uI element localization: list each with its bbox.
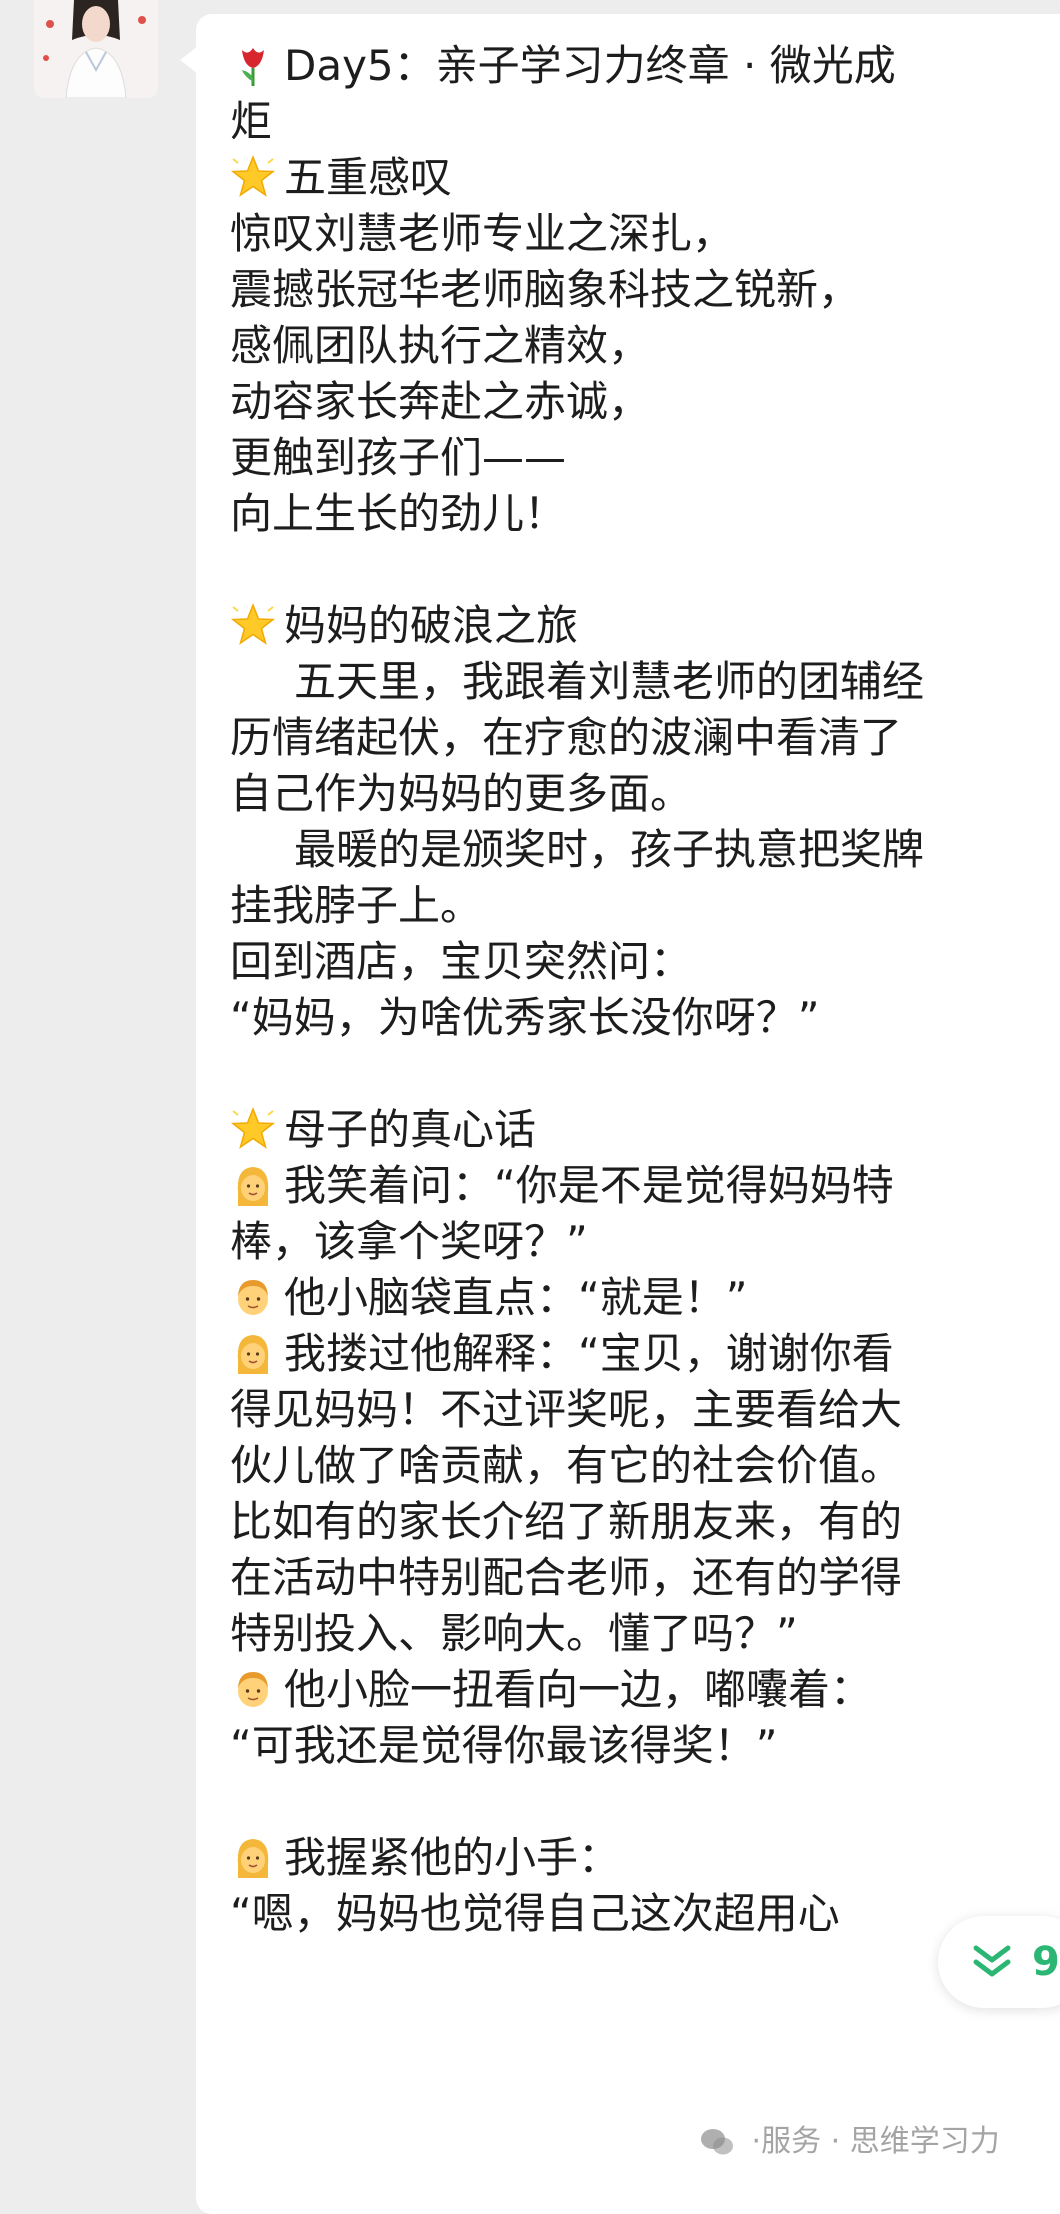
message-line-text: 我握紧他的小手： (284, 1833, 621, 1882)
message-line-text: 回到酒店，宝贝突然问： (230, 937, 693, 986)
message-line: “可我还是觉得你最该得奖！” (230, 1718, 1060, 1774)
message-line: 炬 (230, 94, 1060, 150)
boy-icon (230, 1666, 276, 1726)
message-line-text: 最暖的是颁奖时，孩子执意把奖牌 (294, 825, 925, 874)
message-line-text: “可我还是觉得你最该得奖！” (230, 1721, 778, 1770)
message-line-text: 感佩团队执行之精效， (230, 321, 651, 370)
message-line-text: 历情绪起伏，在疗愈的波澜中看清了 (230, 713, 903, 762)
message-line: 惊叹刘慧老师专业之深扎， (230, 206, 1060, 262)
message-line-text: 动容家长奔赴之赤诚， (230, 377, 651, 426)
message-line-text: 挂我脖子上。 (230, 881, 483, 930)
message-text: Day5：亲子学习力终章 · 微光成炬五重感叹惊叹刘慧老师专业之深扎， 震撼张冠华… (230, 38, 1060, 1942)
message-line-text: “妈妈，为啥优秀家长没你呀？” (230, 993, 820, 1042)
message-line: 震撼张冠华老师脑象科技之锐新， (230, 262, 1060, 318)
message-line: 五天里，我跟着刘慧老师的团辅经 (230, 654, 1060, 710)
woman-icon (230, 1330, 276, 1390)
message-line: 比如有的家长介绍了新朋友来，有的 (230, 1494, 1060, 1550)
tulip-icon (230, 42, 276, 102)
message-line: 棒，该拿个奖呀？” (230, 1214, 1060, 1270)
message-line: 特别投入、影响大。懂了吗？” (230, 1606, 1060, 1662)
message-line: 向上生长的劲儿！ (230, 486, 1060, 542)
message-line: Day5：亲子学习力终章 · 微光成 (230, 38, 1060, 94)
watermark: ·服务 · 思维学习力 (700, 2116, 1000, 2165)
watermark-text: ·服务 · 思维学习力 (751, 2124, 1000, 2159)
sender-avatar[interactable] (34, 0, 158, 98)
message-line: 我握紧他的小手： (230, 1830, 1060, 1886)
message-line-text: 我笑着问：“你是不是觉得妈妈特 (284, 1161, 894, 1210)
message-line-text: “嗯，妈妈也觉得自己这次超用心 (230, 1889, 840, 1938)
message-line: 在活动中特别配合老师，还有的学得 (230, 1550, 1060, 1606)
message-line: 动容家长奔赴之赤诚， (230, 374, 1060, 430)
message-line-text: 他小脑袋直点：“就是！” (284, 1273, 748, 1322)
message-line: 自己作为妈妈的更多面。 (230, 766, 1060, 822)
woman-icon (230, 1162, 276, 1222)
message-line: 我笑着问：“你是不是觉得妈妈特 (230, 1158, 1060, 1214)
message-line-text: 我搂过他解释：“宝贝，谢谢你看 (284, 1329, 894, 1378)
message-line: 历情绪起伏，在疗愈的波澜中看清了 (230, 710, 1060, 766)
message-line: 他小脸一扭看向一边，嘟囔着： (230, 1662, 1060, 1718)
message-line-text: 惊叹刘慧老师专业之深扎， (230, 209, 735, 258)
message-line: 妈妈的破浪之旅 (230, 598, 1060, 654)
woman-icon (230, 1834, 276, 1894)
message-line: 最暖的是颁奖时，孩子执意把奖牌 (230, 822, 1060, 878)
message-line: “嗯，妈妈也觉得自己这次超用心 (230, 1886, 1060, 1942)
new-messages-count: 9 (1032, 1939, 1060, 1985)
message-line-text: 自己作为妈妈的更多面。 (230, 769, 693, 818)
message-line: 挂我脖子上。 (230, 878, 1060, 934)
message-line-text: 五天里，我跟着刘慧老师的团辅经 (294, 657, 925, 706)
message-line-text: 伙儿做了啥贡献，有它的社会价值。 (230, 1441, 903, 1490)
message-line-text: 五重感叹 (284, 153, 453, 202)
message-line-text: 震撼张冠华老师脑象科技之锐新， (230, 265, 861, 314)
message-line-text: 他小脸一扭看向一边，嘟囔着： (284, 1665, 873, 1714)
message-line-text: 妈妈的破浪之旅 (284, 601, 579, 650)
message-line-text: 比如有的家长介绍了新朋友来，有的 (230, 1497, 903, 1546)
boy-icon (230, 1274, 276, 1334)
message-line: 更触到孩子们—— (230, 430, 1060, 486)
message-line-text: 特别投入、影响大。懂了吗？” (230, 1609, 798, 1658)
message-line-text: Day5：亲子学习力终章 · 微光成 (284, 41, 896, 90)
message-line-text: 向上生长的劲儿！ (230, 489, 567, 538)
glowing-star-icon (230, 1106, 276, 1166)
message-line-text: 得见妈妈！不过评奖呢，主要看给大 (230, 1385, 903, 1434)
message-line: 我搂过他解释：“宝贝，谢谢你看 (230, 1326, 1060, 1382)
message-line: 得见妈妈！不过评奖呢，主要看给大 (230, 1382, 1060, 1438)
message-line-text: 棒，该拿个奖呀？” (230, 1217, 588, 1266)
message-line-text: 母子的真心话 (284, 1105, 537, 1154)
message-line: 回到酒店，宝贝突然问： (230, 934, 1060, 990)
wechat-logo-icon (700, 2127, 734, 2165)
double-chevron-down-icon (972, 1944, 1012, 1984)
new-messages-badge[interactable]: 9 (938, 1916, 1060, 2008)
message-line: 他小脑袋直点：“就是！” (230, 1270, 1060, 1326)
message-line: 感佩团队执行之精效， (230, 318, 1060, 374)
glowing-star-icon (230, 602, 276, 662)
message-line: 母子的真心话 (230, 1102, 1060, 1158)
glowing-star-icon (230, 154, 276, 214)
message-line-text: 在活动中特别配合老师，还有的学得 (230, 1553, 903, 1602)
avatar-portrait-image (34, 0, 158, 98)
message-line: 五重感叹 (230, 150, 1060, 206)
message-line: “妈妈，为啥优秀家长没你呀？” (230, 990, 1060, 1046)
message-line: 伙儿做了啥贡献，有它的社会价值。 (230, 1438, 1060, 1494)
message-line-text: 炬 (230, 97, 273, 146)
message-line-text: 更触到孩子们—— (230, 433, 567, 482)
